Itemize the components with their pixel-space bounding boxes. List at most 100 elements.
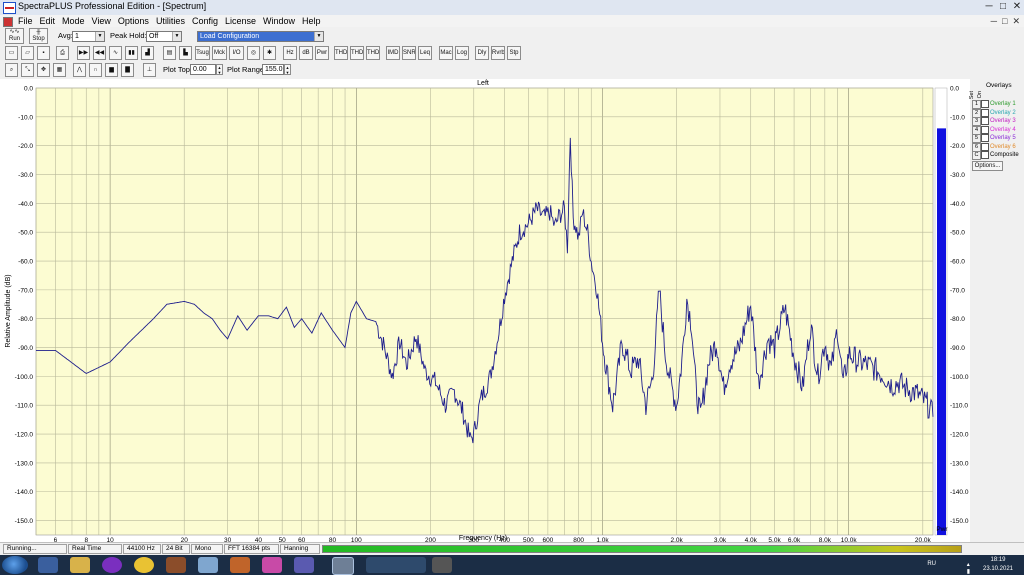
- overlay-checkbox[interactable]: [981, 134, 989, 142]
- thd-button[interactable]: THD: [334, 46, 348, 60]
- overlay-checkbox[interactable]: [981, 142, 989, 151]
- menu-help[interactable]: Help: [302, 15, 321, 27]
- cursor-icon[interactable]: ✥: [37, 63, 50, 77]
- overlay-checkbox[interactable]: [981, 108, 989, 117]
- zoom-out-icon[interactable]: ⤡: [21, 63, 34, 77]
- mdi-close-button[interactable]: ✕: [1012, 15, 1020, 27]
- avg-select[interactable]: 1 ▼: [72, 31, 105, 42]
- phase-icon[interactable]: ▙: [179, 46, 192, 60]
- mdi-restore-button[interactable]: □: [1002, 15, 1007, 27]
- folder-icon[interactable]: [70, 557, 90, 573]
- plot-top-spinner[interactable]: ▲ ▼: [216, 64, 223, 75]
- menu-config[interactable]: Config: [192, 15, 218, 27]
- configuration-select[interactable]: Load Configuration ▼: [197, 31, 324, 42]
- active-app-icon[interactable]: [332, 557, 354, 575]
- save-icon[interactable]: ▪: [37, 46, 50, 60]
- zoom-icon[interactable]: ⌕: [5, 63, 18, 77]
- plot-range-input[interactable]: 155.0: [262, 64, 284, 75]
- record-icon[interactable]: ▶▶: [77, 46, 90, 60]
- browser-tab-icon[interactable]: [366, 557, 426, 573]
- generator-icon[interactable]: ◎: [247, 46, 260, 60]
- bar-graph-icon[interactable]: ▇: [121, 63, 134, 77]
- plot-range-spinner[interactable]: ▲ ▼: [284, 64, 291, 75]
- menu-window[interactable]: Window: [263, 15, 295, 27]
- language-indicator[interactable]: RU: [927, 561, 936, 567]
- overlay-row[interactable]: C Composite: [968, 151, 1024, 160]
- overlay-row[interactable]: 2 Overlay 2: [968, 108, 1024, 118]
- imd-button[interactable]: IMD: [386, 46, 400, 60]
- spectra-icon[interactable]: [294, 557, 314, 573]
- power-meter-label: Pwr: [936, 526, 948, 533]
- db-button[interactable]: dB: [299, 46, 313, 60]
- new-file-icon[interactable]: ▭: [5, 46, 18, 60]
- plot-top-input[interactable]: 0.00: [190, 64, 216, 75]
- overlay-row[interactable]: 5 Overlay 5: [968, 134, 1024, 143]
- menu-edit[interactable]: Edit: [40, 15, 56, 27]
- octave-icon[interactable]: ▆: [105, 63, 118, 77]
- overlay-checkbox[interactable]: [981, 100, 989, 108]
- file-explorer-icon[interactable]: [38, 557, 58, 573]
- mac-button[interactable]: Mac: [439, 46, 453, 60]
- snr-button[interactable]: SNR: [402, 46, 416, 60]
- thd-n-button[interactable]: THD+N: [350, 46, 364, 60]
- settings-icon[interactable]: ✱: [263, 46, 276, 60]
- pwr-button[interactable]: Pwr: [315, 46, 329, 60]
- maximize-button[interactable]: □: [996, 0, 1010, 14]
- menu-license[interactable]: License: [225, 15, 256, 27]
- playback-icon[interactable]: ◀◀: [93, 46, 106, 60]
- overlay-row[interactable]: 3 Overlay 3: [968, 117, 1024, 126]
- signal-icon[interactable]: ∿: [109, 46, 122, 60]
- log-button[interactable]: Log: [455, 46, 469, 60]
- hold-icon[interactable]: ⊥: [143, 63, 156, 77]
- terminal-icon[interactable]: [432, 557, 452, 573]
- peak-hold-select[interactable]: Off ▼: [146, 31, 182, 42]
- close-button[interactable]: ✕: [1010, 0, 1024, 14]
- menu-options[interactable]: Options: [118, 15, 149, 27]
- mck-button[interactable]: Mck: [212, 46, 227, 60]
- stop-button[interactable]: ╫ Stop: [29, 28, 48, 44]
- time-series-icon[interactable]: ▤: [163, 46, 176, 60]
- overlay-set-button[interactable]: C: [972, 151, 981, 160]
- spectrum-plot[interactable]: 0.0 -10.0 -20.0 -30.0 -40.0 -50.0 -60.0 -70.0 -8…: [0, 79, 970, 544]
- media-player-icon[interactable]: [102, 557, 122, 573]
- menu-view[interactable]: View: [92, 15, 111, 27]
- minimize-button[interactable]: ─: [982, 0, 996, 14]
- mdi-minimize-button[interactable]: ─: [991, 15, 997, 27]
- open-file-icon[interactable]: ▱: [21, 46, 34, 60]
- spectrum-icon[interactable]: ▟: [141, 46, 154, 60]
- leq-button[interactable]: Leq: [418, 46, 432, 60]
- io-button[interactable]: I/O: [229, 46, 244, 60]
- chrome-icon[interactable]: [134, 557, 154, 573]
- run-button[interactable]: ∿∿ Run: [5, 28, 24, 44]
- windows-start-icon[interactable]: [2, 556, 28, 574]
- menu-mode[interactable]: Mode: [62, 15, 85, 27]
- paint-icon[interactable]: [262, 557, 282, 573]
- tsug-button[interactable]: Tsug: [195, 46, 210, 60]
- smooth-icon[interactable]: ∩: [89, 63, 102, 77]
- overlay-checkbox[interactable]: [981, 125, 989, 134]
- dly-button[interactable]: Dly: [475, 46, 489, 60]
- rvrb-button[interactable]: Rvrb: [491, 46, 505, 60]
- firefox-icon[interactable]: [230, 557, 250, 573]
- overlay-row[interactable]: 1 Overlay 1: [968, 100, 1024, 109]
- thd-freq-button[interactable]: THD Freq: [366, 46, 380, 60]
- overlay-checkbox[interactable]: [981, 151, 989, 159]
- pwr-tick-label: -40.0: [950, 201, 965, 208]
- menu-file[interactable]: File: [18, 15, 33, 27]
- plot-area[interactable]: [35, 87, 934, 536]
- options-button[interactable]: Options...: [972, 161, 1003, 171]
- bars-icon[interactable]: ▮▮: [125, 46, 138, 60]
- stp-button[interactable]: Stp: [507, 46, 521, 60]
- app-icon[interactable]: [166, 557, 186, 573]
- network-icon[interactable]: ▴ ▮: [967, 561, 970, 575]
- document-icon[interactable]: [198, 557, 218, 573]
- menu-utilities[interactable]: Utilities: [156, 15, 185, 27]
- overlay-checkbox[interactable]: [981, 117, 989, 125]
- overlay-row[interactable]: 4 Overlay 4: [968, 125, 1024, 135]
- hz-button[interactable]: Hz: [283, 46, 297, 60]
- peak-icon[interactable]: ⋀: [73, 63, 86, 77]
- overlay-row[interactable]: 6 Overlay 6: [968, 142, 1024, 152]
- print-icon[interactable]: ⎙: [56, 46, 69, 60]
- marker-icon[interactable]: ▦: [53, 63, 66, 77]
- document-icon[interactable]: [3, 17, 13, 27]
